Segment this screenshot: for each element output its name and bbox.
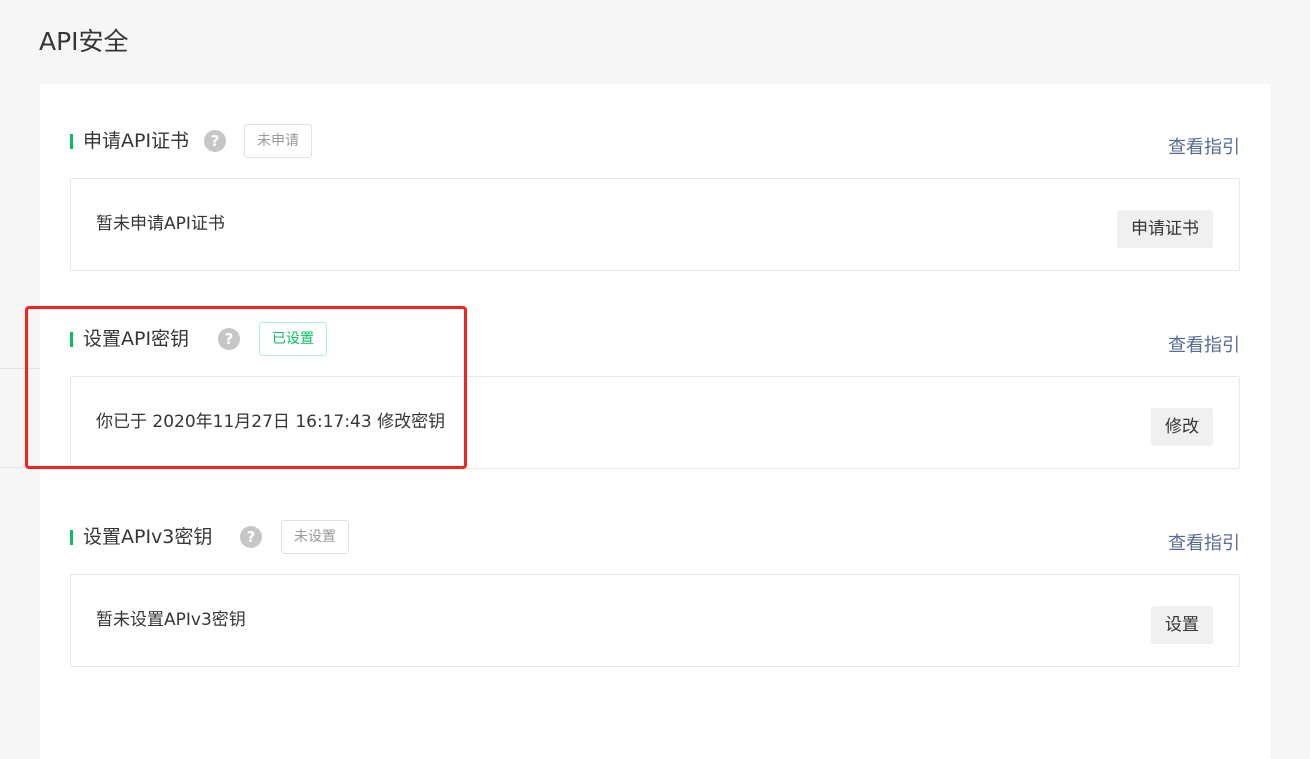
section-header: 申请API证书 ? 未申请 查看指引 <box>70 124 1240 158</box>
view-guide-link[interactable]: 查看指引 <box>1168 530 1240 558</box>
view-guide-link[interactable]: 查看指引 <box>1168 332 1240 360</box>
apply-certificate-button[interactable]: 申请证书 <box>1117 210 1213 248</box>
view-guide-link[interactable]: 查看指引 <box>1168 134 1240 162</box>
section-description: 暂未设置APIv3密钥 <box>96 610 246 630</box>
section-header: 设置APIv3密钥 ? 未设置 查看指引 <box>70 520 1240 554</box>
section-marker <box>70 530 73 545</box>
section-apiv3-key: 设置APIv3密钥 ? 未设置 查看指引 暂未设置APIv3密钥 设置 <box>70 520 1240 667</box>
modify-key-button[interactable]: 修改 <box>1151 408 1213 446</box>
section-marker <box>70 134 73 149</box>
left-divider <box>0 467 40 468</box>
section-description: 你已于 2020年11月27日 16:17:43 修改密钥 <box>96 412 446 432</box>
section-title: 设置API密钥 <box>83 328 190 350</box>
question-circle-icon[interactable]: ? <box>218 328 240 350</box>
page-title: API安全 <box>39 27 129 56</box>
section-description: 暂未申请API证书 <box>96 214 225 234</box>
section-content-box: 你已于 2020年11月27日 16:17:43 修改密钥 修改 <box>70 376 1240 469</box>
security-panel: 申请API证书 ? 未申请 查看指引 暂未申请API证书 申请证书 设置API密… <box>40 84 1270 759</box>
section-marker <box>70 332 73 347</box>
question-circle-icon[interactable]: ? <box>240 526 262 548</box>
question-circle-icon[interactable]: ? <box>204 130 226 152</box>
section-title: 设置APIv3密钥 <box>83 526 213 548</box>
set-apiv3-key-button[interactable]: 设置 <box>1151 606 1213 644</box>
section-title: 申请API证书 <box>83 130 190 152</box>
status-badge: 未申请 <box>244 124 312 158</box>
section-api-certificate: 申请API证书 ? 未申请 查看指引 暂未申请API证书 申请证书 <box>70 124 1240 271</box>
section-content-box: 暂未申请API证书 申请证书 <box>70 178 1240 271</box>
section-content-box: 暂未设置APIv3密钥 设置 <box>70 574 1240 667</box>
left-divider <box>0 368 40 369</box>
api-security-page: API安全 申请API证书 ? 未申请 查看指引 暂未申请API证书 申请证书 … <box>0 0 1310 759</box>
status-badge: 未设置 <box>281 520 349 554</box>
section-header: 设置API密钥 ? 已设置 查看指引 <box>70 322 1240 356</box>
status-badge: 已设置 <box>259 322 327 356</box>
section-api-key: 设置API密钥 ? 已设置 查看指引 你已于 2020年11月27日 16:17… <box>70 322 1240 469</box>
